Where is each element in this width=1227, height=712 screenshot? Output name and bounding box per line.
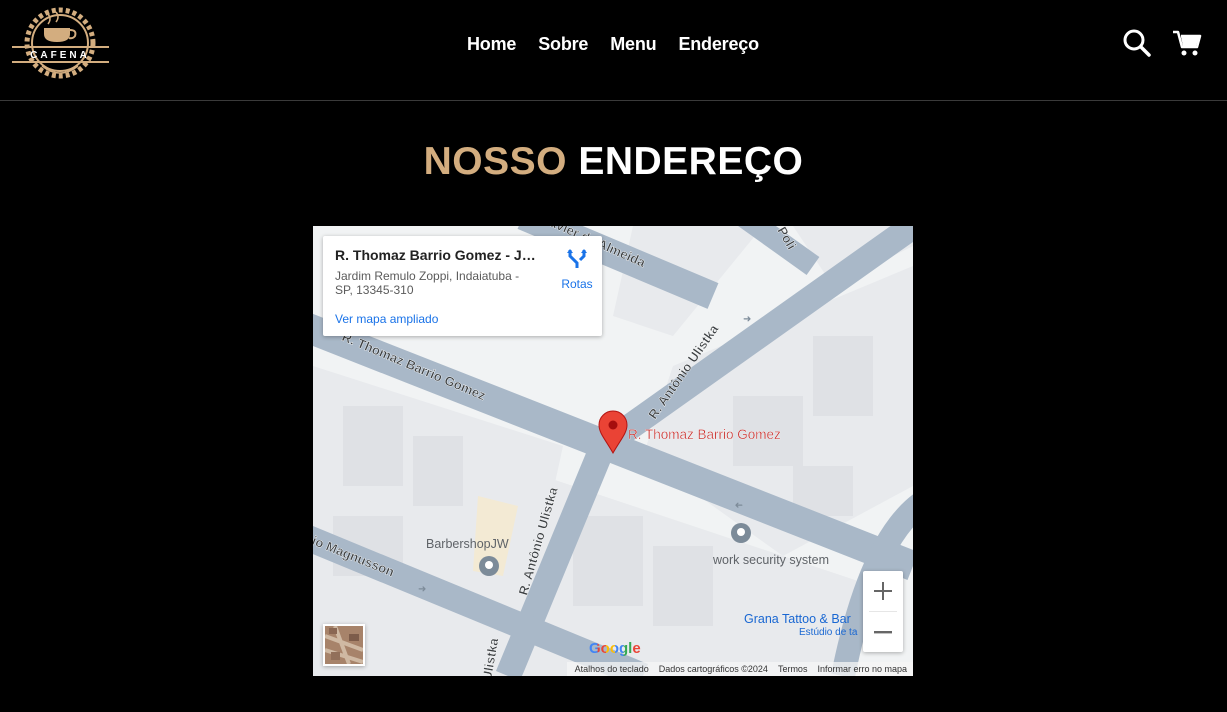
search-icon[interactable] <box>1122 28 1152 58</box>
plus-icon <box>874 582 892 600</box>
place-pin-work-security[interactable] <box>731 523 751 543</box>
satellite-layer-toggle[interactable] <box>323 624 365 666</box>
place-label-grana-tattoo: Grana Tattoo & Bar <box>744 612 851 626</box>
directions-icon <box>567 249 587 268</box>
place-label-barbershop: BarbershopJW <box>426 537 509 551</box>
svg-text:➜: ➜ <box>418 584 426 595</box>
svg-text:➜: ➜ <box>735 499 743 510</box>
routes-button[interactable]: Rotas <box>553 248 601 291</box>
info-card-address: Jardim Remulo Zoppi, Indaiatuba - SP, 13… <box>335 269 520 297</box>
title-main: ENDEREÇO <box>578 140 804 183</box>
map-attribution-bar: Atalhos do teclado Dados cartográficos ©… <box>566 662 913 676</box>
place-sublabel-grana-tattoo: Estúdio de ta <box>799 627 858 638</box>
routes-label: Rotas <box>561 277 593 291</box>
cart-icon[interactable] <box>1172 28 1202 58</box>
section-title: NOSSO ENDEREÇO <box>0 140 1227 184</box>
title-accent: NOSSO <box>423 140 567 183</box>
place-label-work-security: work security system <box>712 553 829 567</box>
zoom-controls <box>863 571 903 652</box>
marker-label: R. Thomaz Barrio Gomez <box>628 427 781 442</box>
satellite-thumbnail-icon <box>325 626 363 664</box>
view-larger-map-link[interactable]: Ver mapa ampliado <box>335 312 438 326</box>
google-logo: Google <box>589 640 641 657</box>
place-pin-barbershop[interactable] <box>479 556 499 576</box>
svg-text:➜: ➜ <box>743 314 751 325</box>
embedded-map[interactable]: Xavier de Almeida Poli R. Thomaz Barrio … <box>313 226 913 676</box>
keyboard-shortcuts-link[interactable]: Atalhos do teclado <box>575 664 649 674</box>
nav-menu[interactable]: Menu <box>610 34 656 55</box>
map-data-text: Dados cartográficos ©2024 <box>658 664 768 674</box>
info-card-title: R. Thomaz Barrio Gomez - Jar... <box>335 247 540 263</box>
main-nav: Home Sobre Menu Endereço <box>467 34 759 55</box>
nav-endereco[interactable]: Endereço <box>678 34 759 55</box>
terms-link[interactable]: Termos <box>778 664 808 674</box>
minus-icon <box>874 631 892 634</box>
place-info-card: R. Thomaz Barrio Gomez - Jar... Jardim R… <box>323 236 602 336</box>
zoom-out-button[interactable] <box>863 612 903 652</box>
cafena-logo[interactable]: CAFENA <box>12 4 109 82</box>
logo-text: CAFENA <box>30 50 90 61</box>
google-logo-text: Google <box>589 640 641 657</box>
zoom-in-button[interactable] <box>863 571 903 611</box>
nav-sobre[interactable]: Sobre <box>538 34 588 55</box>
site-header: CAFENA Home Sobre Menu Endereço <box>0 0 1227 101</box>
report-error-link[interactable]: Informar erro no mapa <box>817 664 907 674</box>
nav-home[interactable]: Home <box>467 34 516 55</box>
